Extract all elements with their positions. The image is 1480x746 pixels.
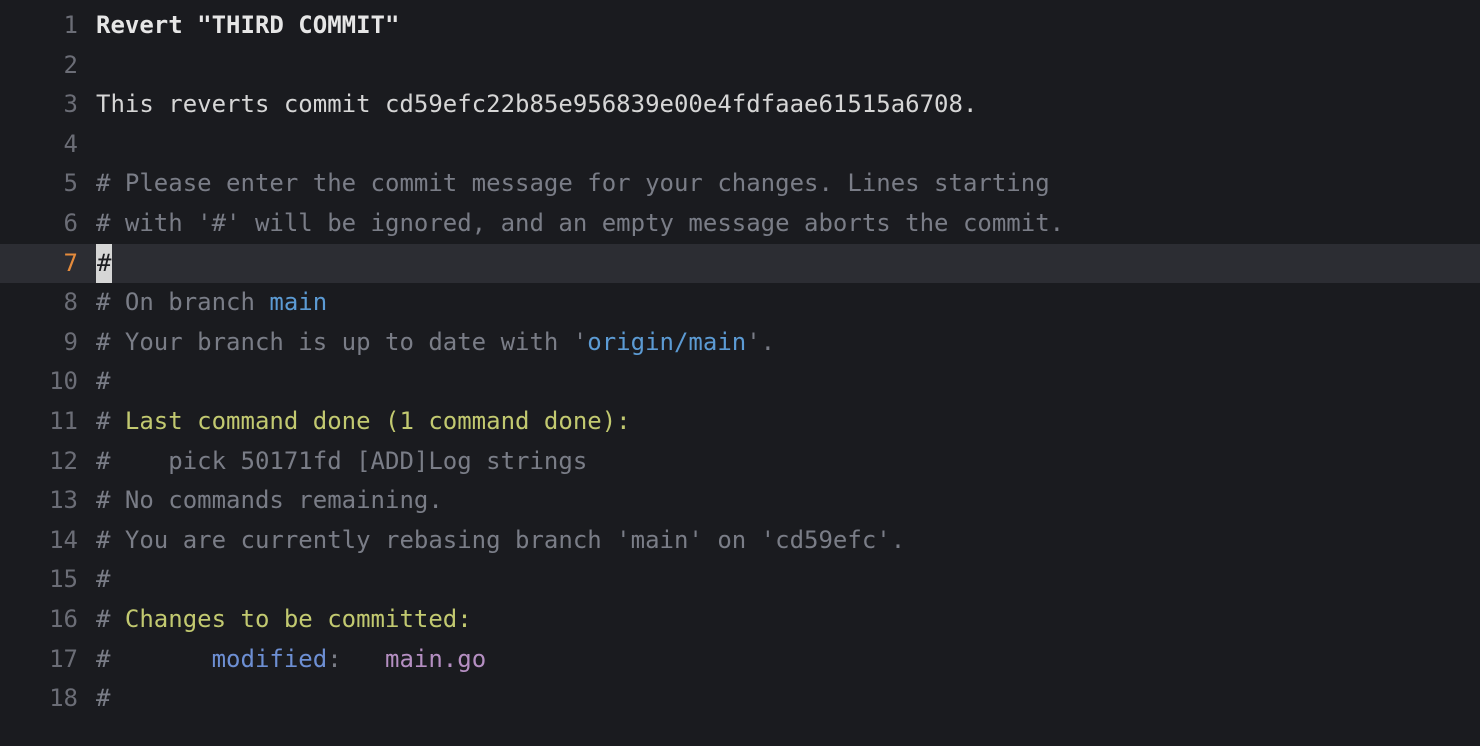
- code-segment: with '#' will be ignored, and an empty m…: [110, 209, 1064, 237]
- code-segment: [110, 645, 211, 673]
- code-segment: On branch: [110, 288, 269, 316]
- line-number: 9: [0, 323, 96, 363]
- code-segment: #: [96, 645, 110, 673]
- code-segment: #: [96, 244, 112, 284]
- editor-line[interactable]: 10#: [0, 362, 1480, 402]
- line-content[interactable]: This reverts commit cd59efc22b85e956839e…: [96, 85, 1480, 125]
- line-number: 15: [0, 560, 96, 600]
- code-segment: Revert "THIRD COMMIT": [96, 11, 399, 39]
- editor-line[interactable]: 11# Last command done (1 command done):: [0, 402, 1480, 442]
- line-content[interactable]: # Last command done (1 command done):: [96, 402, 1480, 442]
- editor-line[interactable]: 1Revert "THIRD COMMIT": [0, 6, 1480, 46]
- code-segment: You are currently rebasing branch 'main'…: [110, 526, 905, 554]
- editor-line[interactable]: 13# No commands remaining.: [0, 481, 1480, 521]
- code-segment: Please enter the commit message for your…: [110, 169, 1049, 197]
- line-number: 10: [0, 362, 96, 402]
- code-segment: #: [96, 486, 110, 514]
- line-content[interactable]: # modified: main.go: [96, 640, 1480, 680]
- line-content[interactable]: #: [96, 679, 1480, 719]
- code-segment: Changes to be committed:: [110, 605, 471, 633]
- editor-line[interactable]: 8# On branch main: [0, 283, 1480, 323]
- editor-line[interactable]: 6# with '#' will be ignored, and an empt…: [0, 204, 1480, 244]
- code-segment: Last command done (1 command done):: [110, 407, 630, 435]
- line-content[interactable]: # pick 50171fd [ADD]Log strings: [96, 442, 1480, 482]
- line-content[interactable]: # Changes to be committed:: [96, 600, 1480, 640]
- code-segment: main: [269, 288, 327, 316]
- code-segment: #: [96, 407, 110, 435]
- code-segment: #: [96, 526, 110, 554]
- line-number: 18: [0, 679, 96, 719]
- line-number: 4: [0, 125, 96, 165]
- line-number: 7: [0, 244, 96, 284]
- line-content[interactable]: # You are currently rebasing branch 'mai…: [96, 521, 1480, 561]
- code-segment: #: [96, 328, 110, 356]
- line-content[interactable]: # No commands remaining.: [96, 481, 1480, 521]
- editor-line[interactable]: 3This reverts commit cd59efc22b85e956839…: [0, 85, 1480, 125]
- editor-line[interactable]: 4: [0, 125, 1480, 165]
- code-segment: #: [96, 169, 110, 197]
- line-content[interactable]: # Please enter the commit message for yo…: [96, 164, 1480, 204]
- code-segment: #: [96, 605, 110, 633]
- code-segment: #: [96, 565, 110, 593]
- code-segment: origin/main: [587, 328, 746, 356]
- code-segment: :: [327, 645, 385, 673]
- editor-line[interactable]: 14# You are currently rebasing branch 'm…: [0, 521, 1480, 561]
- editor-line[interactable]: 12# pick 50171fd [ADD]Log strings: [0, 442, 1480, 482]
- line-number: 13: [0, 481, 96, 521]
- line-number: 16: [0, 600, 96, 640]
- line-number: 1: [0, 6, 96, 46]
- editor-pane[interactable]: 1Revert "THIRD COMMIT"23This reverts com…: [0, 6, 1480, 719]
- code-segment: pick 50171fd [ADD]Log strings: [110, 447, 587, 475]
- editor-line[interactable]: 9# Your branch is up to date with 'origi…: [0, 323, 1480, 363]
- editor-line[interactable]: 7#: [0, 244, 1480, 284]
- code-segment: #: [96, 447, 110, 475]
- line-number: 2: [0, 46, 96, 86]
- code-segment: modified: [212, 645, 328, 673]
- line-number: 12: [0, 442, 96, 482]
- code-segment: main.go: [385, 645, 486, 673]
- line-number: 11: [0, 402, 96, 442]
- code-segment: Your branch is up to date with ': [110, 328, 587, 356]
- editor-line[interactable]: 5# Please enter the commit message for y…: [0, 164, 1480, 204]
- line-number: 5: [0, 164, 96, 204]
- line-number: 3: [0, 85, 96, 125]
- line-content[interactable]: # On branch main: [96, 283, 1480, 323]
- editor-line[interactable]: 18#: [0, 679, 1480, 719]
- line-number: 6: [0, 204, 96, 244]
- code-segment: '.: [746, 328, 775, 356]
- code-segment: #: [96, 288, 110, 316]
- code-segment: #: [96, 684, 110, 712]
- editor-line[interactable]: 2: [0, 46, 1480, 86]
- line-content[interactable]: #: [96, 362, 1480, 402]
- code-segment: #: [96, 209, 110, 237]
- line-content[interactable]: #: [96, 244, 1480, 284]
- line-number: 14: [0, 521, 96, 561]
- line-content[interactable]: # Your branch is up to date with 'origin…: [96, 323, 1480, 363]
- editor-line[interactable]: 17# modified: main.go: [0, 640, 1480, 680]
- editor-line[interactable]: 15#: [0, 560, 1480, 600]
- editor-line[interactable]: 16# Changes to be committed:: [0, 600, 1480, 640]
- line-content[interactable]: Revert "THIRD COMMIT": [96, 6, 1480, 46]
- line-content[interactable]: # with '#' will be ignored, and an empty…: [96, 204, 1480, 244]
- line-number: 8: [0, 283, 96, 323]
- line-number: 17: [0, 640, 96, 680]
- code-segment: This reverts commit cd59efc22b85e956839e…: [96, 90, 977, 118]
- code-segment: #: [96, 367, 110, 395]
- code-segment: No commands remaining.: [110, 486, 442, 514]
- line-content[interactable]: #: [96, 560, 1480, 600]
